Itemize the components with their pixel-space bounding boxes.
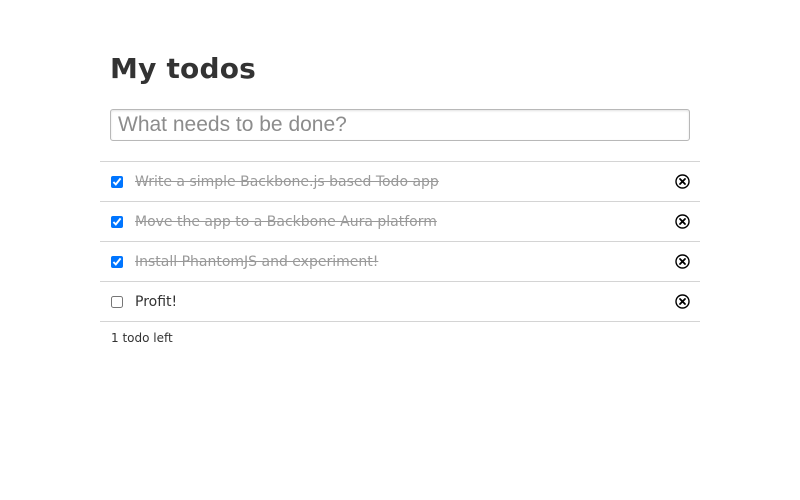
- close-circle-icon[interactable]: [675, 174, 690, 189]
- close-circle-icon[interactable]: [675, 254, 690, 269]
- todo-item-2: Move the app to a Backbone Aura platform: [100, 202, 700, 242]
- todo-toggle-checkbox[interactable]: [111, 256, 123, 268]
- todo-item-4: Profit!: [100, 282, 700, 322]
- todo-toggle-checkbox[interactable]: [111, 216, 123, 228]
- todo-label[interactable]: Profit!: [135, 292, 177, 312]
- close-circle-icon[interactable]: [675, 294, 690, 309]
- todo-item-3: Install PhantomJS and experiment!: [100, 242, 700, 282]
- todo-toggle-checkbox[interactable]: [111, 296, 123, 308]
- todo-list: Write a simple Backbone.js based Todo ap…: [100, 161, 700, 322]
- new-todo-input[interactable]: [110, 109, 690, 141]
- todo-label[interactable]: Move the app to a Backbone Aura platform: [135, 212, 437, 232]
- close-circle-icon[interactable]: [675, 214, 690, 229]
- todo-label[interactable]: Install PhantomJS and experiment!: [135, 252, 378, 272]
- todo-count: 1 todo left: [111, 331, 173, 345]
- todo-toggle-checkbox[interactable]: [111, 176, 123, 188]
- todo-item-1: Write a simple Backbone.js based Todo ap…: [100, 162, 700, 202]
- todo-label[interactable]: Write a simple Backbone.js based Todo ap…: [135, 172, 439, 192]
- page-title: My todos: [110, 52, 257, 85]
